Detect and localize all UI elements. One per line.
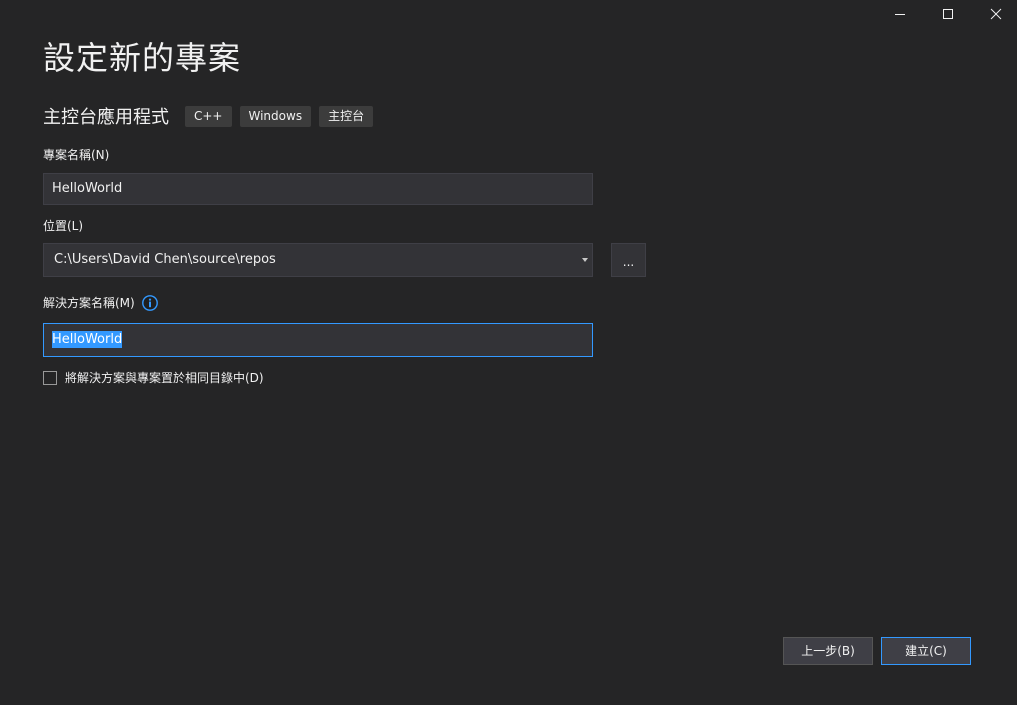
- project-name-input[interactable]: HelloWorld: [43, 173, 593, 205]
- location-value: C:\Users\David Chen\source\repos: [54, 252, 276, 267]
- maximize-button[interactable]: [925, 0, 971, 28]
- tag-windows: Windows: [239, 105, 312, 127]
- solution-name-label-row: 解決方案名稱(M): [43, 295, 158, 311]
- project-name-label: 專案名稱(N): [43, 148, 110, 162]
- minimize-icon: [895, 14, 905, 15]
- template-name: 主控台應用程式: [43, 107, 169, 128]
- solution-name-value: HelloWorld: [52, 331, 123, 348]
- template-summary: 主控台應用程式 C++ Windows 主控台: [43, 104, 381, 128]
- maximize-icon: [943, 9, 953, 19]
- same-directory-option[interactable]: 將解決方案與專案置於相同目錄中(D): [43, 369, 264, 386]
- tag-cpp: C++: [185, 105, 232, 127]
- solution-name-input[interactable]: HelloWorld: [43, 323, 593, 357]
- same-directory-checkbox[interactable]: [43, 370, 57, 385]
- info-icon[interactable]: [141, 295, 158, 311]
- minimize-button[interactable]: [877, 0, 923, 28]
- same-directory-label[interactable]: 將解決方案與專案置於相同目錄中(D): [65, 369, 264, 386]
- project-name-value: HelloWorld: [52, 181, 123, 196]
- location-label: 位置(L): [43, 219, 84, 233]
- close-icon: [990, 8, 1002, 20]
- tag-console: 主控台: [319, 105, 374, 127]
- create-button[interactable]: 建立(C): [881, 637, 971, 665]
- close-button[interactable]: [973, 0, 1017, 28]
- solution-name-label: 解決方案名稱(M): [43, 296, 135, 310]
- browse-button[interactable]: ...: [611, 243, 646, 277]
- new-project-dialog: 設定新的專案 主控台應用程式 C++ Windows 主控台 專案名稱(N) H…: [0, 0, 1017, 705]
- page-title: 設定新的專案: [43, 39, 242, 77]
- back-button[interactable]: 上一步(B): [783, 637, 873, 665]
- chevron-down-icon[interactable]: [581, 257, 589, 263]
- location-combobox[interactable]: C:\Users\David Chen\source\repos: [43, 243, 593, 277]
